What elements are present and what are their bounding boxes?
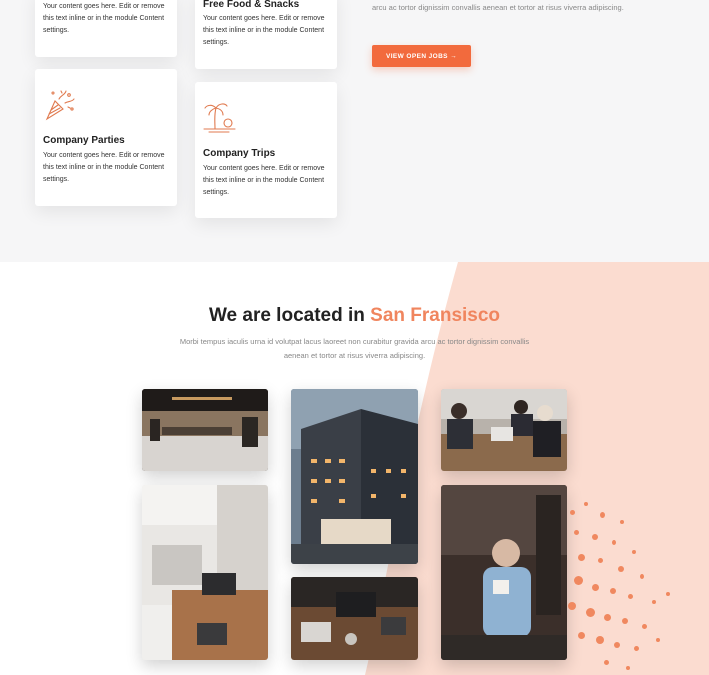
office-photo-meeting — [441, 389, 567, 471]
location-section: We are located in San Fransisco Morbi te… — [0, 262, 709, 675]
perk-card-company-trips: Company Trips Your content goes here. Ed… — [195, 82, 337, 218]
jobs-copy: arcu ac tortor dignissim convallis aenea… — [372, 3, 624, 12]
perk-card-body: Your content goes here. Edit or remove t… — [203, 165, 325, 196]
perk-card-title: Company Parties — [43, 135, 125, 146]
office-photo-woman-coffee — [441, 485, 567, 660]
location-subtitle: Morbi tempus iaculis urna id volutpat la… — [179, 337, 530, 360]
perk-card-body: Your content goes here. Edit or remove t… — [43, 152, 165, 183]
office-photo-workspace-top — [291, 577, 418, 660]
perk-card-body: Your content goes here. Edit or remove t… — [203, 15, 325, 46]
party-popper-icon — [41, 87, 77, 128]
heading-prefix: We are located in — [208, 305, 365, 326]
perk-card-title: Free Food & Snacks — [203, 0, 300, 10]
office-photo-building — [291, 389, 418, 564]
perk-card-body: Your content goes here. Edit or remove t… — [43, 3, 165, 34]
palm-tree-icon — [201, 98, 237, 139]
view-open-jobs-button[interactable]: VIEW OPEN JOBS → — [372, 45, 471, 67]
heading-city: San Fransisco — [370, 305, 501, 326]
office-photo-desk-laptop — [142, 485, 268, 660]
perk-card-company-parties: Company Parties Your content goes here. … — [35, 69, 177, 206]
perk-card-top-left: Your content goes here. Edit or remove t… — [35, 0, 177, 57]
perk-card-title: Company Trips — [203, 148, 276, 159]
perk-card-free-food: Free Food & Snacks Your content goes her… — [195, 0, 337, 69]
location-heading: We are located in San Fransisco — [0, 305, 709, 327]
office-photo-open-space — [142, 389, 268, 471]
